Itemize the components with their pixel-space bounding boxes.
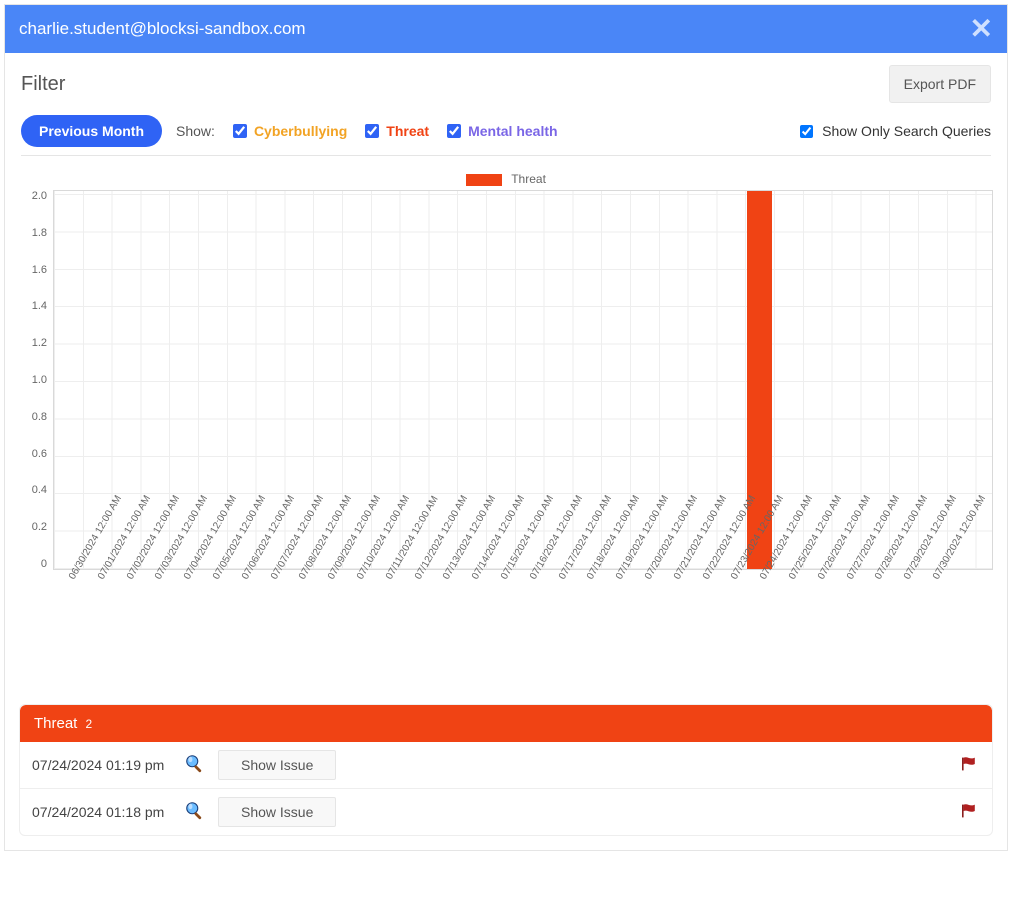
x-tick: 07/23/2024 12:00 AM xyxy=(715,570,744,680)
issue-timestamp: 07/24/2024 01:18 pm xyxy=(32,804,172,820)
x-tick: 07/20/2024 12:00 AM xyxy=(629,570,658,680)
x-tick: 07/03/2024 12:00 AM xyxy=(139,570,168,680)
threat-section: Threat 2 07/24/2024 01:19 pmShow Issue07… xyxy=(19,704,993,836)
checkbox-cyberbullying-input[interactable] xyxy=(233,124,247,138)
checkbox-search-queries[interactable]: Show Only Search Queries xyxy=(796,122,991,141)
filter-panel: Filter Export PDF Previous Month Show: C… xyxy=(5,53,1007,162)
flag-icon[interactable] xyxy=(960,756,980,772)
magnifier-icon[interactable] xyxy=(184,753,206,775)
x-tick: 07/14/2024 12:00 AM xyxy=(456,570,485,680)
issue-row: 07/24/2024 01:18 pm Show Issue xyxy=(20,788,992,835)
threat-section-title: Threat xyxy=(34,715,77,732)
y-tick: 0.6 xyxy=(19,448,47,460)
y-tick: 1.8 xyxy=(19,227,47,239)
x-tick: 07/11/2024 12:00 AM xyxy=(370,570,399,680)
show-label: Show: xyxy=(176,123,215,139)
checkbox-cyberbullying[interactable]: Cyberbullying xyxy=(229,121,347,141)
y-tick: 0 xyxy=(19,558,47,570)
user-email: charlie.student@blocksi-sandbox.com xyxy=(19,19,306,39)
y-tick: 1.2 xyxy=(19,337,47,349)
x-tick: 07/02/2024 12:00 AM xyxy=(111,570,140,680)
x-tick: 07/25/2024 12:00 AM xyxy=(773,570,802,680)
window: charlie.student@blocksi-sandbox.com ✕ Fi… xyxy=(4,4,1008,851)
chart: Threat 2.0 1.8 1.6 1.4 1.2 1.0 0.8 0.6 0.4 0.2 0 0… xyxy=(5,162,1007,684)
x-tick: 07/09/2024 12:00 AM xyxy=(312,570,341,680)
panel-title: Filter xyxy=(21,73,65,96)
filter-row: Previous Month Show: Cyberbullying Threa… xyxy=(21,115,991,156)
x-tick: 07/13/2024 12:00 AM xyxy=(427,570,456,680)
y-tick: 0.8 xyxy=(19,411,47,423)
x-tick: 07/29/2024 12:00 AM xyxy=(888,570,917,680)
show-issue-button[interactable]: Show Issue xyxy=(218,750,336,780)
x-tick: 07/30/2024 12:00 AM xyxy=(917,570,946,680)
issue-timestamp: 07/24/2024 01:19 pm xyxy=(32,757,172,773)
x-tick: 07/21/2024 12:00 AM xyxy=(658,570,687,680)
titlebar: charlie.student@blocksi-sandbox.com ✕ xyxy=(5,5,1007,53)
checkbox-cyberbullying-label: Cyberbullying xyxy=(254,123,347,139)
chart-legend: Threat xyxy=(19,172,993,186)
checkbox-threat-input[interactable] xyxy=(365,124,379,138)
checkbox-mental-health-label: Mental health xyxy=(468,123,557,139)
x-tick: 07/28/2024 12:00 AM xyxy=(859,570,888,680)
chart-x-axis: 06/30/2024 12:00 AM07/01/2024 12:00 AM07… xyxy=(53,570,993,680)
x-tick: 07/24/2024 12:00 AM xyxy=(744,570,773,680)
checkbox-threat-label: Threat xyxy=(386,123,429,139)
y-tick: 1.4 xyxy=(19,300,47,312)
x-tick: 07/27/2024 12:00 AM xyxy=(831,570,860,680)
x-tick: 06/30/2024 12:00 AM xyxy=(53,570,82,680)
y-tick: 1.0 xyxy=(19,374,47,386)
x-tick: 07/08/2024 12:00 AM xyxy=(283,570,312,680)
checkbox-search-queries-input[interactable] xyxy=(800,125,813,138)
y-tick: 0.2 xyxy=(19,521,47,533)
y-tick: 1.6 xyxy=(19,264,47,276)
show-issue-button[interactable]: Show Issue xyxy=(218,797,336,827)
checkbox-threat[interactable]: Threat xyxy=(361,121,429,141)
x-tick: 07/06/2024 12:00 AM xyxy=(226,570,255,680)
y-tick: 0.4 xyxy=(19,484,47,496)
x-tick: 07/18/2024 12:00 AM xyxy=(571,570,600,680)
export-pdf-button[interactable]: Export PDF xyxy=(889,65,991,103)
x-tick: 07/01/2024 12:00 AM xyxy=(82,570,111,680)
x-tick: 07/19/2024 12:00 AM xyxy=(600,570,629,680)
checkbox-mental-health[interactable]: Mental health xyxy=(443,121,557,141)
threat-section-header: Threat 2 xyxy=(20,705,992,742)
issue-row: 07/24/2024 01:19 pm Show Issue xyxy=(20,742,992,788)
legend-label-threat: Threat xyxy=(511,172,546,186)
threat-section-count: 2 xyxy=(86,717,93,731)
legend-color-threat xyxy=(466,174,502,186)
x-tick: 07/22/2024 12:00 AM xyxy=(687,570,716,680)
close-icon[interactable]: ✕ xyxy=(970,15,993,43)
x-tick: 07/10/2024 12:00 AM xyxy=(341,570,370,680)
checkbox-mental-health-input[interactable] xyxy=(447,124,461,138)
magnifier-icon[interactable] xyxy=(184,800,206,822)
flag-icon[interactable] xyxy=(960,803,980,819)
x-tick: 07/07/2024 12:00 AM xyxy=(255,570,284,680)
x-tick: 07/15/2024 12:00 AM xyxy=(485,570,514,680)
x-tick: 07/26/2024 12:00 AM xyxy=(802,570,831,680)
checkbox-search-queries-label: Show Only Search Queries xyxy=(822,123,991,139)
x-tick: 07/05/2024 12:00 AM xyxy=(197,570,226,680)
x-tick: 07/16/2024 12:00 AM xyxy=(514,570,543,680)
chart-y-axis: 2.0 1.8 1.6 1.4 1.2 1.0 0.8 0.6 0.4 0.2 0 xyxy=(19,190,53,570)
previous-month-button[interactable]: Previous Month xyxy=(21,115,162,147)
x-tick: 07/12/2024 12:00 AM xyxy=(399,570,428,680)
y-tick: 2.0 xyxy=(19,190,47,202)
x-tick: 07/17/2024 12:00 AM xyxy=(543,570,572,680)
x-tick: 07/04/2024 12:00 AM xyxy=(168,570,197,680)
